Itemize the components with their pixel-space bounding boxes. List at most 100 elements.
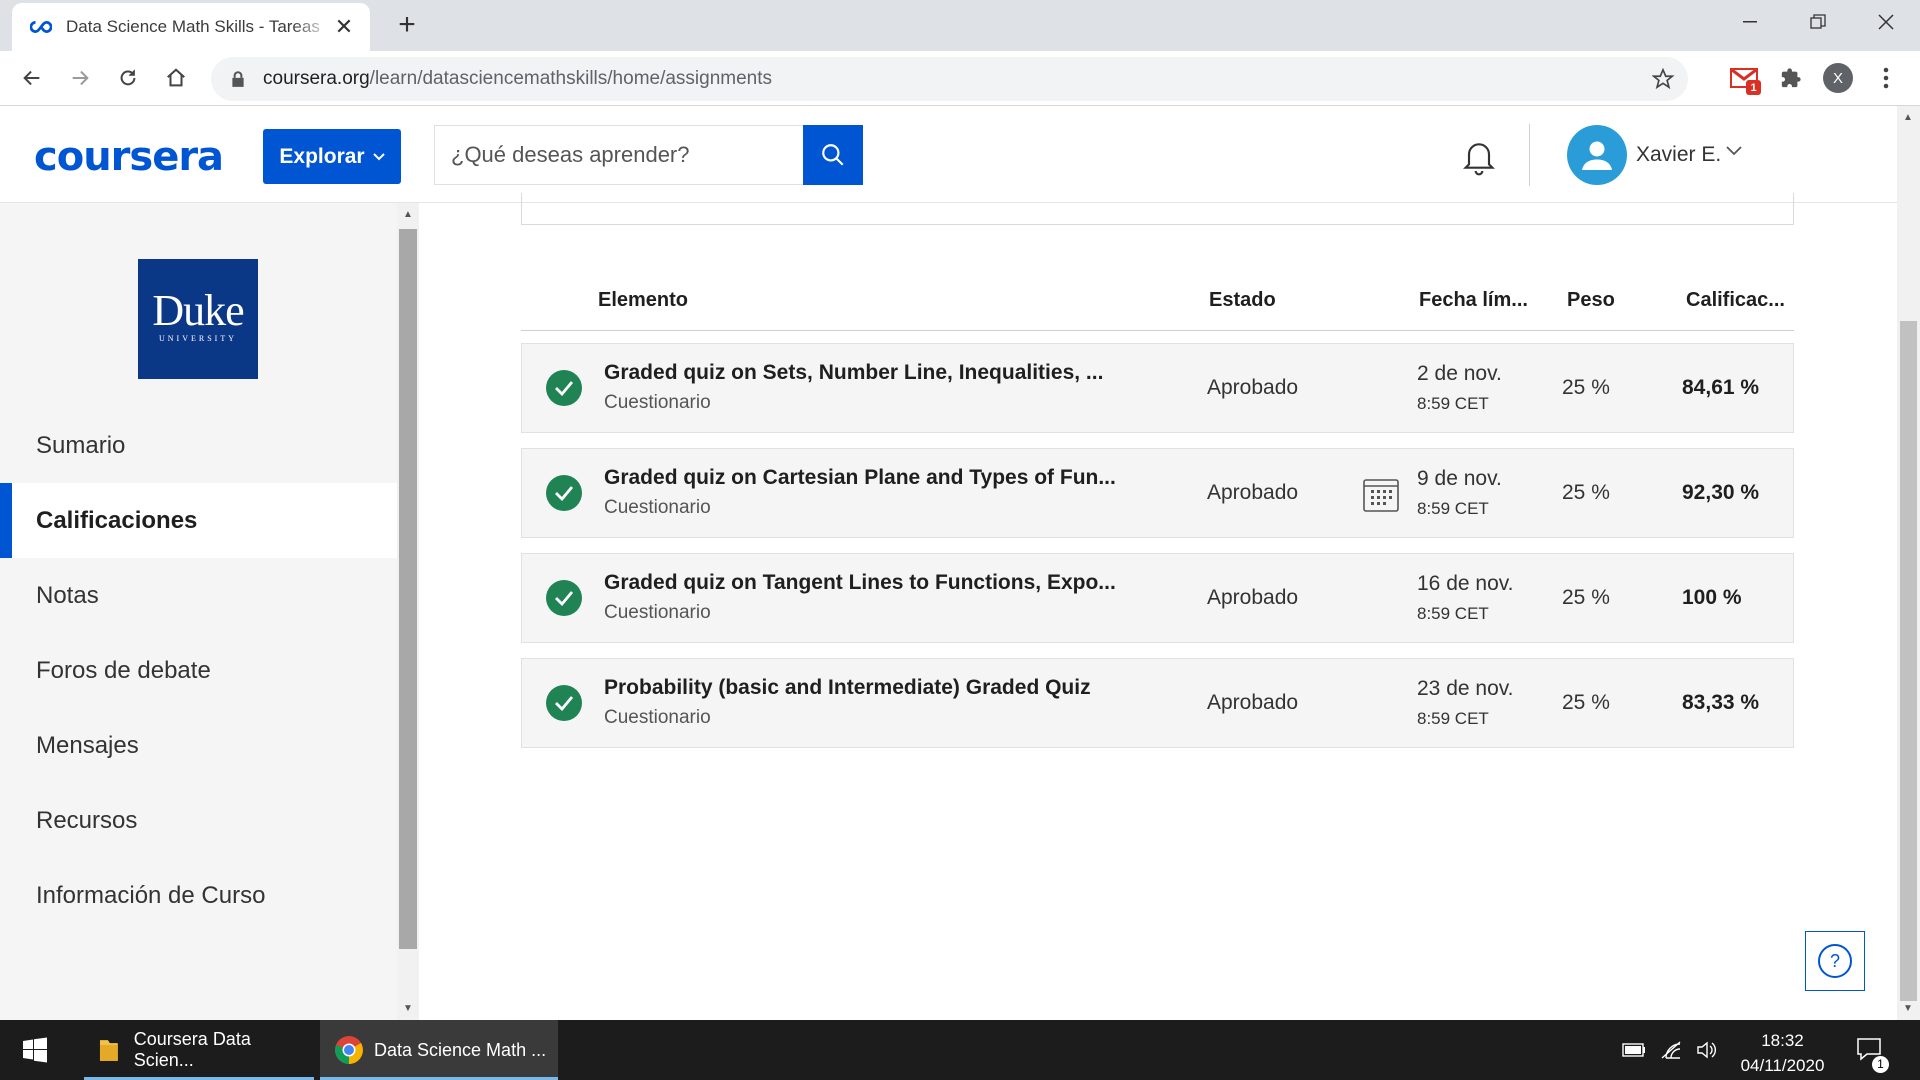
profile-avatar: X <box>1823 63 1853 93</box>
check-circle-icon <box>546 685 582 721</box>
url-host: coursera.org <box>263 68 370 89</box>
restore-button[interactable] <box>1784 0 1852 44</box>
page-scroll-thumb[interactable] <box>1900 321 1917 1001</box>
battery-icon[interactable] <box>1622 1020 1646 1080</box>
volume-icon[interactable] <box>1696 1020 1718 1080</box>
check-circle-icon <box>546 580 582 616</box>
taskbar-item-label: Data Science Math ... <box>374 1039 547 1060</box>
assignment-type: Cuestionario <box>604 392 711 413</box>
taskbar-item-chrome[interactable]: Data Science Math ... <box>320 1020 558 1080</box>
assignment-title[interactable]: Graded quiz on Sets, Number Line, Inequa… <box>604 361 1103 385</box>
assignment-weight: 25 % <box>1562 586 1610 609</box>
gmail-extension[interactable]: 1 <box>1727 61 1761 95</box>
sidebar-item-calificaciones[interactable]: Calificaciones <box>0 483 397 558</box>
sidebar-item-sumario[interactable]: Sumario <box>0 408 397 483</box>
sidebar-nav: Sumario Calificaciones Notas Foros de de… <box>0 408 397 933</box>
assignment-title[interactable]: Graded quiz on Cartesian Plane and Types… <box>604 466 1116 490</box>
assignment-weight: 25 % <box>1562 481 1610 504</box>
coursera-logo[interactable]: coursera <box>34 134 224 180</box>
forward-button[interactable] <box>62 60 98 96</box>
wifi-icon[interactable] <box>1660 1020 1682 1080</box>
check-circle-icon <box>546 370 582 406</box>
scroll-up-arrow-icon[interactable]: ▲ <box>403 209 413 220</box>
sidebar-scrollbar[interactable]: ▲ ▼ <box>397 203 419 1020</box>
sidebar-item-mensajes[interactable]: Mensajes <box>0 708 397 783</box>
folder-icon <box>99 1040 118 1061</box>
assignment-status: Aprobado <box>1207 691 1299 714</box>
assignment-title[interactable]: Probability (basic and Intermediate) Gra… <box>604 676 1091 700</box>
due-date: 23 de nov. <box>1417 677 1514 700</box>
url-text: coursera.org/learn/datasciencemathskills… <box>263 68 772 90</box>
table-row[interactable]: Graded quiz on Tangent Lines to Function… <box>521 553 1794 643</box>
sidebar-item-notas[interactable]: Notas <box>0 558 397 633</box>
assignment-grade: 92,30 % <box>1682 481 1760 504</box>
explore-button[interactable]: Explorar <box>263 129 401 184</box>
back-button[interactable] <box>14 60 50 96</box>
page-scrollbar[interactable]: ▲ ▼ <box>1897 106 1920 1020</box>
due-date: 9 de nov. <box>1417 467 1502 490</box>
scroll-down-arrow-icon[interactable]: ▼ <box>403 1003 413 1014</box>
search-input[interactable]: ¿Qué deseas aprender? <box>434 125 803 185</box>
assignment-type: Cuestionario <box>604 602 711 623</box>
sidebar-item-recursos[interactable]: Recursos <box>0 783 397 858</box>
header-weight[interactable]: Peso <box>1567 289 1615 312</box>
due-time: 8:59 CET <box>1417 604 1489 623</box>
header-status[interactable]: Estado <box>1209 289 1276 312</box>
sidebar-item-informacion[interactable]: Información de Curso <box>0 858 397 933</box>
assignment-status: Aprobado <box>1207 376 1299 399</box>
table-row[interactable]: Graded quiz on Sets, Number Line, Inequa… <box>521 343 1794 433</box>
bookmark-star-icon[interactable] <box>1652 68 1674 90</box>
puzzle-icon <box>1781 68 1801 88</box>
calendar-icon[interactable] <box>1362 475 1400 513</box>
start-button[interactable] <box>0 1020 70 1080</box>
windows-taskbar: Coursera Data Scien... Data Science Math… <box>0 1020 1920 1080</box>
assignment-grade: 100 % <box>1682 586 1742 609</box>
profile-button[interactable]: X <box>1821 61 1855 95</box>
bell-icon[interactable] <box>1459 136 1499 176</box>
new-tab-button[interactable]: + <box>390 8 424 42</box>
duke-logo[interactable]: Duke UNIVERSITY <box>138 259 258 379</box>
avatar[interactable] <box>1567 125 1627 185</box>
close-window-button[interactable] <box>1852 0 1920 44</box>
due-time: 8:59 CET <box>1417 709 1489 728</box>
browser-titlebar: Data Science Math Skills - Tareas ✕ + <box>0 0 1920 51</box>
user-icon <box>1582 141 1612 170</box>
scroll-up-arrow-icon[interactable]: ▲ <box>1903 112 1913 123</box>
notifications-button[interactable]: 1 <box>1855 1020 1889 1080</box>
address-bar[interactable]: coursera.org/learn/datasciencemathskills… <box>211 57 1688 101</box>
browser-tab[interactable]: Data Science Math Skills - Tareas ✕ <box>12 3 370 51</box>
browser-toolbar: coursera.org/learn/datasciencemathskills… <box>0 51 1920 106</box>
arrow-right-icon <box>72 70 89 86</box>
table-row[interactable]: Probability (basic and Intermediate) Gra… <box>521 658 1794 748</box>
assignment-title[interactable]: Graded quiz on Tangent Lines to Function… <box>604 571 1116 595</box>
scroll-down-arrow-icon[interactable]: ▼ <box>1903 1003 1913 1014</box>
check-circle-icon <box>546 475 582 511</box>
main-content: Elemento Estado Fecha lím... Peso Califi… <box>419 193 1897 1020</box>
explore-label: Explorar <box>279 144 365 168</box>
chrome-icon <box>335 1036 363 1064</box>
minimize-button[interactable] <box>1716 0 1784 44</box>
header-item[interactable]: Elemento <box>598 289 688 312</box>
browser-menu-button[interactable] <box>1869 61 1903 95</box>
table-row[interactable]: Graded quiz on Cartesian Plane and Types… <box>521 448 1794 538</box>
chevron-down-icon[interactable] <box>1726 146 1742 156</box>
sidebar-scroll-thumb[interactable] <box>399 229 417 949</box>
search-button[interactable] <box>803 125 863 185</box>
restore-icon <box>1810 14 1826 29</box>
windows-logo-icon <box>23 1037 47 1063</box>
taskbar-item-folder[interactable]: Coursera Data Scien... <box>84 1020 314 1080</box>
header-due[interactable]: Fecha lím... <box>1419 289 1528 312</box>
home-button[interactable] <box>158 60 194 96</box>
tab-close-icon[interactable]: ✕ <box>332 14 356 40</box>
assignment-status: Aprobado <box>1207 586 1299 609</box>
due-date: 2 de nov. <box>1417 362 1502 385</box>
reload-button[interactable] <box>110 60 146 96</box>
extensions-button[interactable] <box>1774 61 1808 95</box>
sidebar-item-foros[interactable]: Foros de debate <box>0 633 397 708</box>
username[interactable]: Xavier E. <box>1636 143 1721 167</box>
table-header: Elemento Estado Fecha lím... Peso Califi… <box>521 271 1794 331</box>
header-grade[interactable]: Calificac... <box>1686 289 1785 312</box>
system-clock[interactable]: 18:32 04/11/2020 <box>1730 1028 1835 1078</box>
assignment-weight: 25 % <box>1562 691 1610 714</box>
help-button[interactable]: ? <box>1805 931 1865 991</box>
